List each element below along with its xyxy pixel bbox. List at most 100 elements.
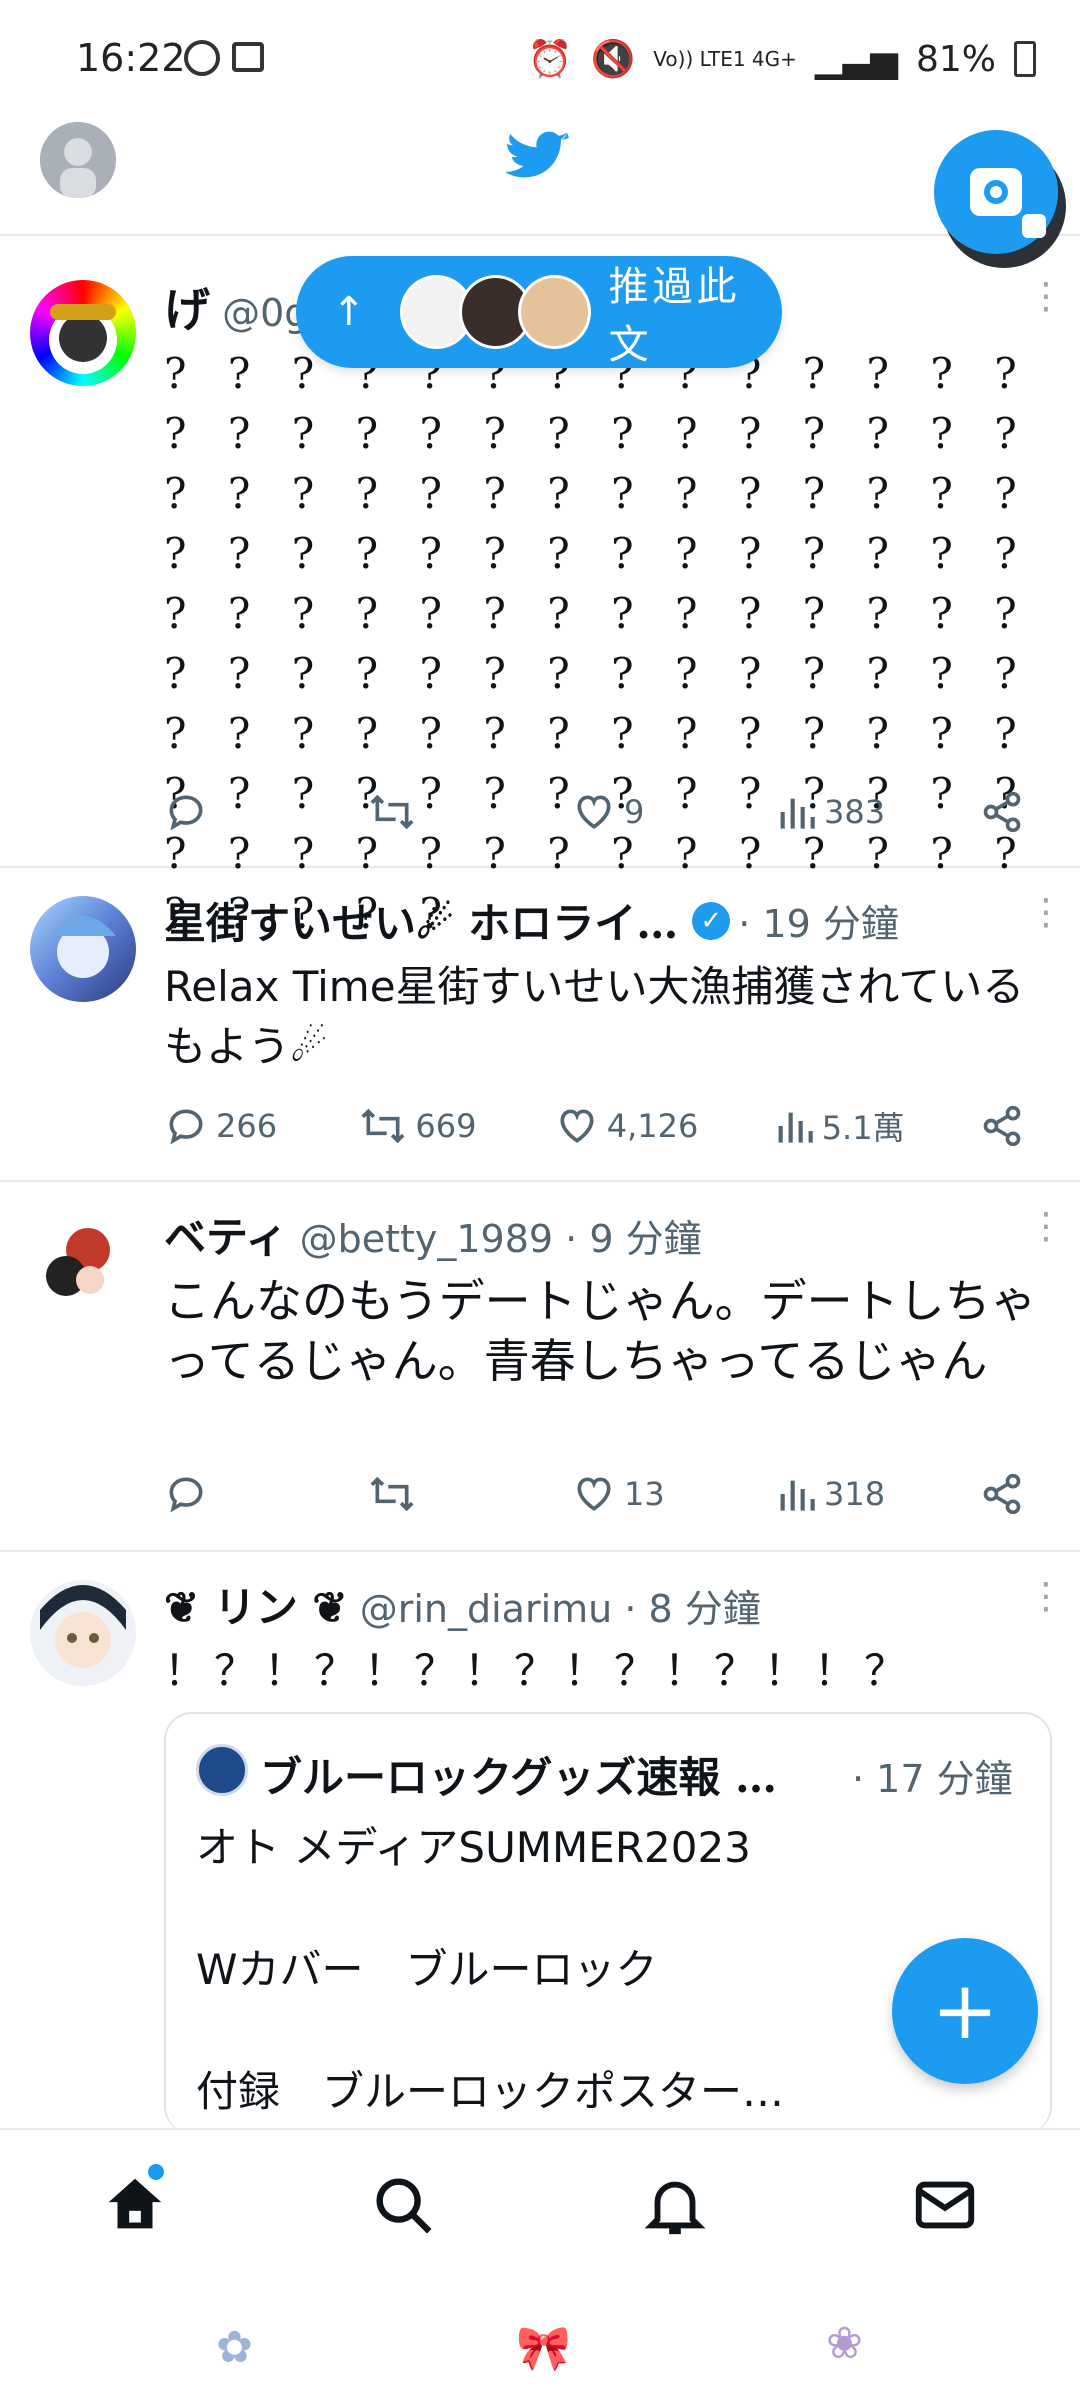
- share-button[interactable]: [980, 1472, 1024, 1516]
- avatar: [196, 1744, 248, 1796]
- retweet-button[interactable]: [368, 790, 488, 834]
- reply-icon: [169, 1477, 203, 1513]
- reply-icon: [169, 795, 203, 831]
- tweet-text: Relax Time星街すいせい大漁捕獲されているもよう☄: [164, 962, 1025, 1071]
- reply-button[interactable]: [164, 790, 284, 834]
- quoted-text-line: Wカバー ブルーロック: [196, 1945, 658, 1994]
- tweet-handle[interactable]: @betty_1989: [300, 1217, 554, 1261]
- nav-home[interactable]: [100, 2164, 170, 2240]
- share-icon: [983, 1473, 1021, 1515]
- tweet-actions: 9 383: [164, 782, 1024, 842]
- mail-icon: [915, 2181, 975, 2229]
- badge-icon: [1022, 214, 1046, 238]
- retweet-button[interactable]: [368, 1472, 488, 1516]
- more-options-icon[interactable]: ⋮: [1028, 279, 1064, 315]
- retweet-icon: [361, 1108, 405, 1144]
- more-options-icon[interactable]: ⋮: [1028, 1209, 1064, 1245]
- more-options-icon[interactable]: ⋮: [1028, 1579, 1064, 1615]
- tweet-time: · 19 分鐘: [738, 902, 899, 946]
- tweet-author[interactable]: 星街すいせい☄ ホロライ…: [164, 890, 678, 951]
- tweet-header: 星街すいせい☄ ホロライ… ✓ · 19 分鐘: [164, 890, 1050, 951]
- search-icon: [376, 2178, 432, 2234]
- battery-percent: 81%: [915, 38, 996, 80]
- heart-icon: [577, 1477, 611, 1511]
- lavender-icon[interactable]: ❀: [826, 2318, 863, 2369]
- tweet-time: · 8 分鐘: [624, 1587, 761, 1631]
- nav-messages[interactable]: [910, 2170, 980, 2240]
- tweet-body: 星街すいせい☄ ホロライ… ✓ · 19 分鐘 Relax Time星街すいせい…: [164, 890, 1050, 1077]
- tweet-body: ❦ リン ❦ @rin_diarimu · 8 分鐘 ！？！？！？！？！？！？！…: [164, 1574, 1050, 1701]
- compose-tweet-button[interactable]: +: [892, 1938, 1038, 2084]
- views-button[interactable]: 318: [776, 1474, 896, 1514]
- verified-badge-icon: ✓: [692, 901, 731, 940]
- arrow-up-icon: ↑: [332, 289, 366, 335]
- tweet-body: ベティ @betty_1989 · 9 分鐘 こんなのもうデートじゃん。デートし…: [164, 1204, 1050, 1391]
- analytics-icon: [778, 1112, 813, 1143]
- nav-search[interactable]: [368, 2170, 438, 2240]
- quoted-tweet[interactable]: ブルーロックグッズ速報 … · 17 分鐘 オト メディアSUMMER2023 …: [164, 1712, 1052, 2134]
- avatar[interactable]: [30, 1210, 136, 1316]
- share-icon: [983, 1105, 1021, 1147]
- tweet-time: · 9 分鐘: [565, 1217, 702, 1261]
- analytics-icon: [780, 1480, 815, 1511]
- status-time: 16:22: [76, 36, 186, 80]
- bell-icon: [644, 2181, 706, 2235]
- top-app-bar: [0, 110, 1080, 236]
- tweet-text: こんなのもうデートじゃん。デートしちゃってるじゃん。青春しちゃってるじゃん: [164, 1274, 1037, 1388]
- flower-icon[interactable]: ✿: [216, 2322, 253, 2373]
- tweet[interactable]: 星街すいせい☄ ホロライ… ✓ · 19 分鐘 Relax Time星街すいせい…: [0, 866, 1080, 1182]
- tweet-author[interactable]: げ: [164, 283, 210, 337]
- quoted-time: · 17 分鐘: [852, 1757, 1013, 1801]
- camera-fab[interactable]: [934, 130, 1058, 254]
- image-icon: [232, 42, 264, 72]
- tweet-text: ！？！？！？！？！？！？！！？: [164, 1646, 915, 1695]
- tweet-actions: 13 318: [164, 1464, 1024, 1524]
- profile-avatar[interactable]: [40, 122, 116, 198]
- views-button[interactable]: 5.1萬: [774, 1103, 905, 1149]
- avatar: [517, 275, 591, 349]
- heart-icon: [560, 1109, 594, 1143]
- like-button[interactable]: 4,126: [555, 1104, 698, 1148]
- tweet-header: ベティ @betty_1989 · 9 分鐘: [164, 1204, 1050, 1265]
- avatar[interactable]: [30, 1580, 136, 1686]
- signal-icon: ▁▃▅: [814, 38, 898, 80]
- nav-notifications[interactable]: [640, 2170, 710, 2240]
- home-icon: [108, 2178, 162, 2229]
- tweet-handle[interactable]: @rin_diarimu: [360, 1587, 613, 1631]
- avatar[interactable]: [30, 896, 136, 1002]
- mute-icon: 🔇: [590, 39, 636, 80]
- retweet-icon: [370, 794, 414, 830]
- status-bar: 16:22 ⏰ 🔇 Vo)) LTE1 4G+ ▁▃▅ 81%: [0, 0, 1080, 110]
- reply-icon: [169, 1109, 203, 1145]
- more-options-icon[interactable]: ⋮: [1028, 895, 1064, 931]
- twitter-logo-icon[interactable]: [504, 130, 570, 190]
- system-nav-bar: ✿ 🎀 ❀: [0, 2278, 1080, 2400]
- retweet-button[interactable]: 669: [359, 1104, 479, 1148]
- tweet-actions: 266 669 4,126 5.1萬: [164, 1096, 1024, 1156]
- network-indicator: Vo)) LTE1 4G+: [653, 47, 797, 71]
- like-button[interactable]: 9: [572, 790, 692, 834]
- new-posts-pill[interactable]: ↑ 推過此文: [296, 256, 782, 368]
- tweet-body: げ @0g ? ? ? ? ? ? ? ? ? ? ? ? ? ? ? ? ? …: [164, 274, 1050, 944]
- analytics-icon: [780, 798, 815, 829]
- ribbon-icon[interactable]: 🎀: [516, 2322, 571, 2374]
- like-button[interactable]: 13: [572, 1472, 692, 1516]
- share-button[interactable]: [980, 790, 1024, 834]
- share-button[interactable]: [980, 1104, 1024, 1148]
- alarm-icon: ⏰: [527, 39, 573, 80]
- status-right: ⏰ 🔇 Vo)) LTE1 4G+ ▁▃▅ 81%: [528, 38, 1036, 80]
- views-button[interactable]: 383: [776, 792, 896, 832]
- nfc-icon: [184, 40, 220, 76]
- avatar[interactable]: [30, 280, 136, 386]
- share-icon: [983, 791, 1021, 833]
- quoted-text-line: オト メディアSUMMER2023: [196, 1823, 751, 1872]
- tweet-author[interactable]: ❦ リン ❦: [164, 1583, 348, 1632]
- bottom-navigation: [0, 2128, 1080, 2280]
- tweet[interactable]: ベティ @betty_1989 · 9 分鐘 こんなのもうデートじゃん。デートし…: [0, 1180, 1080, 1552]
- tweet-author[interactable]: ベティ: [164, 1213, 287, 1262]
- retweet-icon: [370, 1476, 414, 1512]
- reply-button[interactable]: [164, 1472, 284, 1516]
- tweet-header: ❦ リン ❦ @rin_diarimu · 8 分鐘: [164, 1574, 1050, 1635]
- reply-button[interactable]: 266: [164, 1104, 284, 1148]
- battery-icon: [1014, 41, 1036, 77]
